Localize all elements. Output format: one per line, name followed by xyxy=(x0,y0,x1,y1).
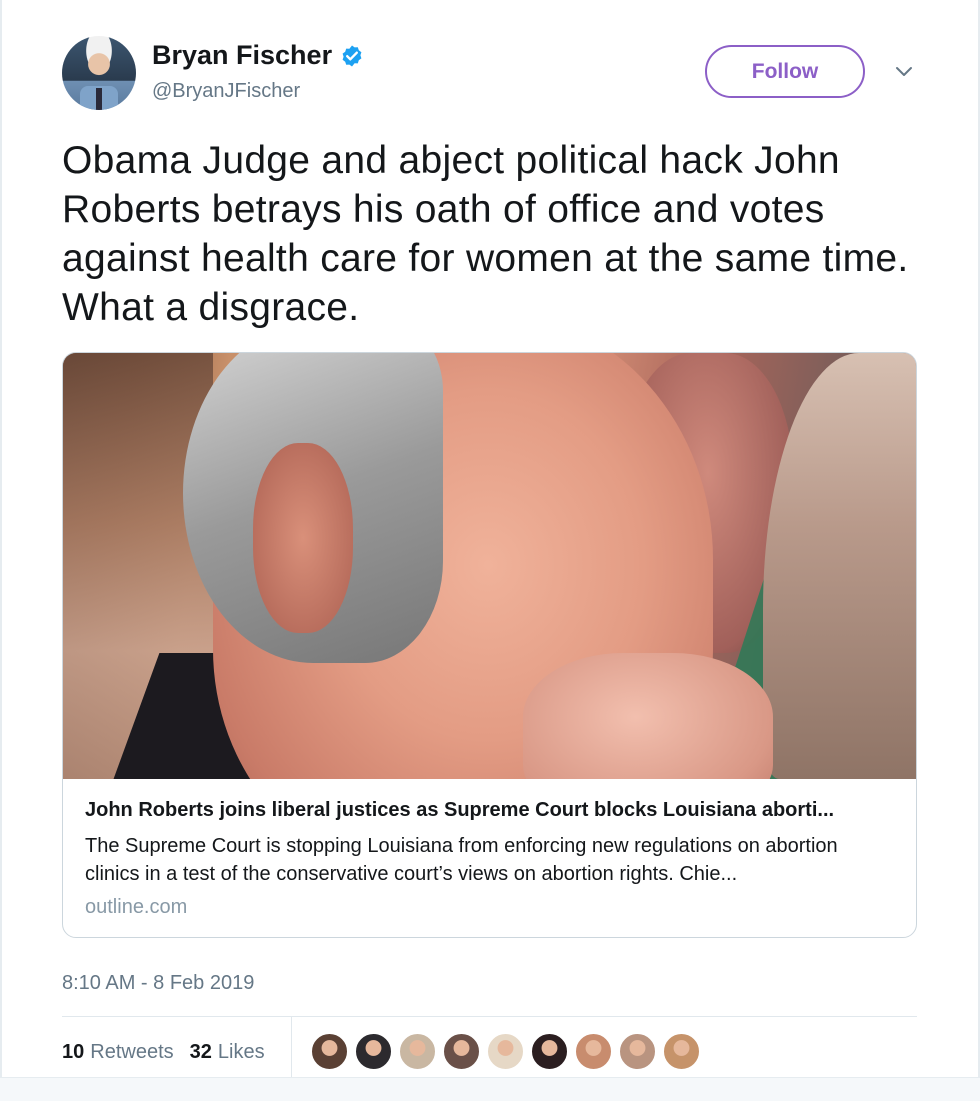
card-image[interactable] xyxy=(63,353,916,779)
card-body[interactable]: John Roberts joins liberal justices as S… xyxy=(63,779,916,937)
liker-avatar[interactable] xyxy=(399,1033,436,1070)
liker-avatars xyxy=(311,1033,707,1070)
liker-avatar[interactable] xyxy=(575,1033,612,1070)
tweet: Bryan Fischer @BryanJFischer Follow Obam… xyxy=(62,36,918,1088)
card-image-person-right xyxy=(763,353,916,779)
link-card[interactable]: John Roberts joins liberal justices as S… xyxy=(62,352,917,938)
author-handle[interactable]: @BryanJFischer xyxy=(152,80,300,103)
liker-avatar[interactable] xyxy=(531,1033,568,1070)
author-display-name[interactable]: Bryan Fischer xyxy=(152,40,332,71)
likes-stat[interactable]: 32 Likes xyxy=(190,1041,265,1064)
liker-avatar[interactable] xyxy=(443,1033,480,1070)
verified-badge-icon xyxy=(342,45,362,66)
liker-avatar[interactable] xyxy=(311,1033,348,1070)
tweet-text: Obama Judge and abject political hack Jo… xyxy=(62,139,909,329)
retweets-label: Retweets xyxy=(90,1040,174,1063)
chevron-down-icon[interactable] xyxy=(892,60,916,84)
avatar-tie xyxy=(96,88,102,110)
likes-label: Likes xyxy=(217,1040,265,1063)
card-image-hand xyxy=(523,653,773,779)
liker-avatar[interactable] xyxy=(663,1033,700,1070)
liker-avatar[interactable] xyxy=(619,1033,656,1070)
follow-button[interactable]: Follow xyxy=(705,45,865,98)
liker-avatar[interactable] xyxy=(487,1033,524,1070)
tweet-header: Bryan Fischer @BryanJFischer Follow xyxy=(62,36,918,110)
liker-avatar[interactable] xyxy=(355,1033,392,1070)
card-description: The Supreme Court is stopping Louisiana … xyxy=(85,835,838,885)
likes-count: 32 xyxy=(189,1040,212,1063)
author-avatar[interactable] xyxy=(62,36,136,110)
card-domain: outline.com xyxy=(85,896,188,918)
window-bottom-bar xyxy=(0,1077,980,1101)
retweets-stat[interactable]: 10 Retweets xyxy=(62,1041,174,1064)
card-image-ear xyxy=(253,443,353,633)
card-title[interactable]: John Roberts joins liberal justices as S… xyxy=(85,799,894,822)
author-name-row[interactable]: Bryan Fischer xyxy=(152,40,364,71)
retweets-count: 10 xyxy=(62,1040,85,1063)
tweet-timestamp[interactable]: 8:10 AM - 8 Feb 2019 xyxy=(62,972,918,995)
window-left-edge xyxy=(0,0,2,1101)
